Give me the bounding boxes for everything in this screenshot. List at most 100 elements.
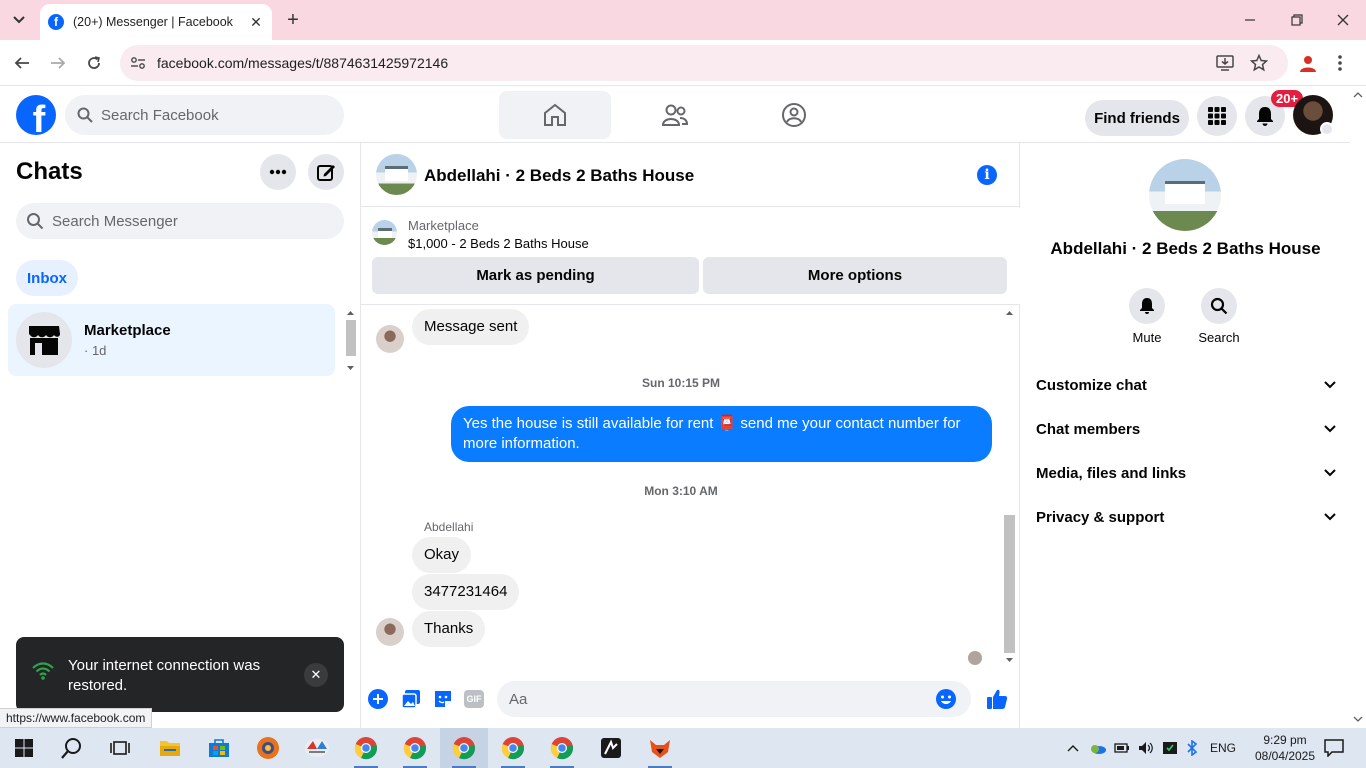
url-text[interactable]: facebook.com/messages/t/8874631425972146 [157,55,448,71]
battery-icon[interactable] [1114,741,1130,755]
gif-button[interactable]: GIF [463,688,485,710]
messenger-search[interactable] [16,203,344,239]
attach-photo-button[interactable] [400,688,422,710]
chrome-button-2[interactable] [391,728,439,768]
app-button-2[interactable] [293,728,341,768]
search-label: Search [1198,330,1240,345]
restore-icon [1291,14,1303,26]
bookmark-star-icon[interactable] [1249,53,1269,77]
task-view-button[interactable] [96,728,144,768]
store-button[interactable] [195,728,243,768]
sticker-button[interactable] [432,688,454,710]
chrome-icon [501,737,524,760]
chrome-button-3[interactable] [440,728,488,768]
app-button-4[interactable] [636,728,684,768]
app-button-3[interactable] [587,728,635,768]
restore-button[interactable] [1285,8,1309,32]
like-button[interactable] [986,688,1008,710]
message-input-box[interactable] [497,681,971,717]
message-bubble: Thanks [412,611,486,647]
mute-action[interactable]: Mute [1117,288,1177,345]
chrome-button-4[interactable] [489,728,537,768]
conversation-avatar[interactable] [376,154,417,195]
new-message-button[interactable] [308,154,344,190]
mute-label: Mute [1132,330,1162,345]
tab-close-icon[interactable]: ✕ [248,14,264,31]
emoji-button[interactable] [935,688,957,715]
address-bar[interactable]: facebook.com/messages/t/8874631425972146 [120,45,1288,81]
listing-thumbnail[interactable] [372,220,397,245]
message-bubble[interactable]: 3477231464 [412,574,520,610]
volume-icon[interactable] [1138,741,1154,755]
chevron-up-icon[interactable] [1066,743,1080,753]
start-button[interactable] [0,728,48,768]
inbox-tab[interactable]: Inbox [16,260,78,296]
app-button-1[interactable] [244,728,292,768]
account-chevron-icon[interactable] [1320,122,1334,136]
search-conversation-button[interactable] [1201,288,1237,324]
install-app-icon[interactable] [1216,54,1234,77]
action-center-button[interactable] [1310,728,1358,768]
onedrive-icon[interactable] [1090,741,1106,755]
chrome-button-5[interactable] [538,728,586,768]
scrollbar-thumb[interactable] [1004,515,1015,653]
add-actions-button[interactable] [367,688,389,710]
profile-icon[interactable] [1298,53,1318,78]
messenger-search-input[interactable] [52,212,312,230]
tab-search-button[interactable] [6,9,32,31]
scroll-up-icon [347,311,354,315]
my-message-bubble: Yes the house is still available for ren… [451,406,992,462]
bluetooth-icon[interactable] [1186,740,1198,756]
nav-friends[interactable] [619,91,731,139]
more-options-button[interactable]: More options [703,257,1007,294]
chat-name: Marketplace [84,322,171,339]
back-button[interactable] [10,51,34,75]
toast-close-button[interactable]: ✕ [304,663,328,687]
groups-icon [782,103,806,127]
input-language[interactable]: ENG [1210,741,1236,755]
chat-list-item[interactable]: Marketplace · 1d [8,304,335,376]
nav-groups[interactable] [738,91,850,139]
thumbs-up-icon [987,689,1008,709]
conversation-title[interactable]: Abdellahi · 2 Beds 2 Baths House [424,166,694,186]
chat-members-section[interactable]: Chat members [1036,413,1336,445]
gif-icon: GIF [464,690,484,708]
mark-as-pending-button[interactable]: Mark as pending [372,257,699,294]
chat-list-scrollbar[interactable] [343,305,358,375]
facebook-search[interactable] [65,95,344,135]
info-icon[interactable]: i [977,165,997,185]
message-scrollbar[interactable] [1002,305,1017,666]
security-shield-icon[interactable] [1162,741,1178,755]
browser-menu-icon[interactable] [1337,54,1343,77]
mute-button[interactable] [1129,288,1165,324]
search-icon [1210,297,1228,315]
facebook-logo[interactable]: f [16,95,56,135]
new-tab-button[interactable]: + [282,9,304,31]
site-info-icon[interactable] [128,53,148,73]
chevron-down-icon [1324,381,1336,389]
facebook-favicon-icon: f [48,14,64,30]
find-friends-button[interactable]: Find friends [1085,100,1189,136]
customize-chat-section[interactable]: Customize chat [1036,369,1336,401]
media-files-links-section[interactable]: Media, files and links [1036,457,1336,489]
message-input[interactable] [509,690,929,708]
minimize-button[interactable] [1238,8,1262,32]
chat-options-button[interactable] [260,154,296,190]
scrollbar-thumb[interactable] [346,320,356,356]
timestamp: Mon 3:10 AM [644,484,718,498]
page-scrollbar[interactable] [1350,86,1366,728]
search-action[interactable]: Search [1189,288,1249,345]
chrome-button-1[interactable] [342,728,390,768]
menu-button[interactable] [1197,96,1237,136]
nav-home[interactable] [499,91,611,139]
privacy-support-section[interactable]: Privacy & support [1036,501,1336,533]
file-explorer-button[interactable] [146,728,194,768]
facebook-search-input[interactable] [101,106,321,124]
taskbar-search-button[interactable] [48,728,96,768]
forward-button[interactable] [46,51,70,75]
details-avatar[interactable] [1149,159,1221,231]
close-window-button[interactable] [1331,8,1355,32]
browser-tab[interactable]: f (20+) Messenger | Facebook ✕ [40,4,272,40]
listing-title[interactable]: $1,000 - 2 Beds 2 Baths House [408,236,589,251]
reload-button[interactable] [82,51,106,75]
